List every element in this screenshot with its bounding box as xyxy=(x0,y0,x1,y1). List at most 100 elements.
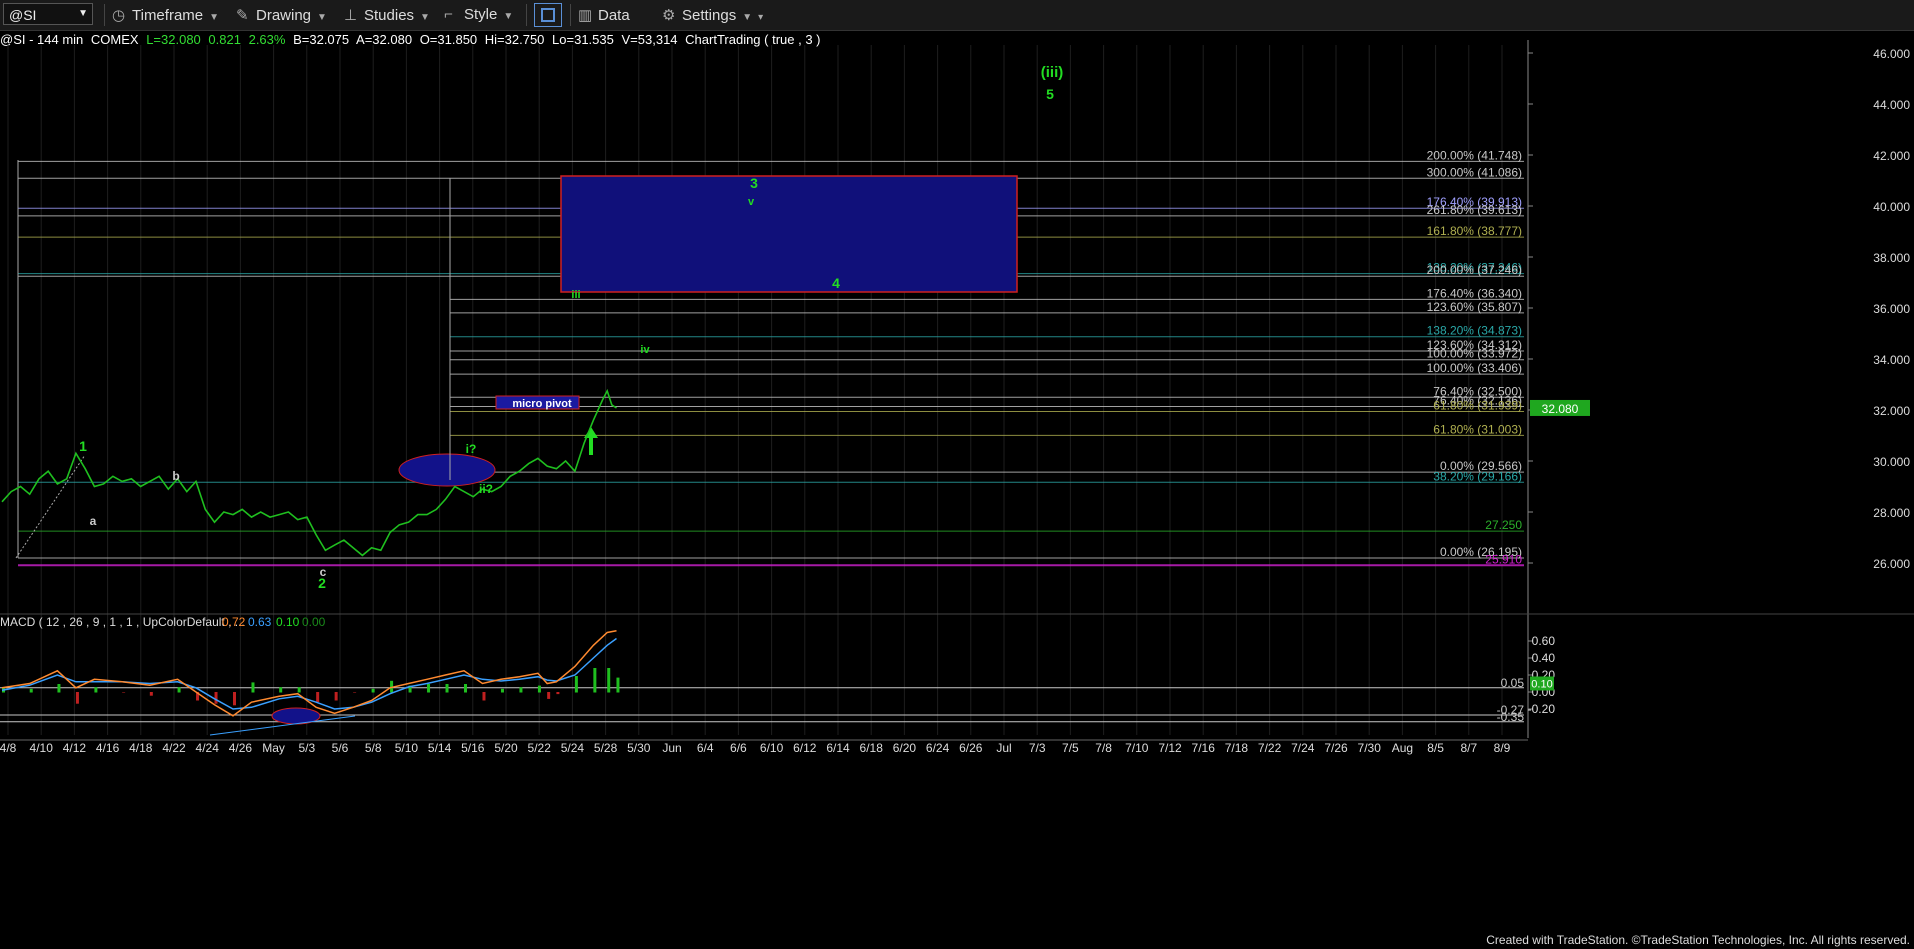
wave-label: a xyxy=(90,514,97,528)
macd-histogram-bar xyxy=(482,692,486,701)
y-tick-label: 46.000 xyxy=(1873,47,1910,61)
x-tick-label: 6/12 xyxy=(793,741,817,755)
x-tick-label: 5/6 xyxy=(332,741,349,755)
macd-histogram-bar xyxy=(371,688,375,693)
wave-label: v xyxy=(748,196,755,208)
macd-histogram-bar xyxy=(464,684,467,693)
x-tick-label: 4/8 xyxy=(0,741,17,755)
time-axis: 4/8 4/10 4/12 4/16 4/18 4/22 4/24 4/26 May 5/3 5/6… xyxy=(0,739,1528,755)
chart-drawings xyxy=(15,160,1018,559)
last-price-label: 32.080 xyxy=(1542,402,1579,416)
macd-histogram-bar xyxy=(556,692,560,695)
fib-level-label: 100.00% (33.406) xyxy=(1427,361,1522,375)
x-tick-label: Aug xyxy=(1392,741,1413,755)
y-tick-label: 32.000 xyxy=(1873,404,1910,418)
wave-label: i? xyxy=(466,442,477,456)
macd-histogram-bar xyxy=(547,692,551,699)
macd-current-label: 0.10 xyxy=(1531,679,1552,691)
fib-level-label: 61.80% (31.003) xyxy=(1433,422,1522,436)
macd-histogram-bar xyxy=(519,687,523,693)
x-tick-label: 5/8 xyxy=(365,741,382,755)
x-tick-label: 6/6 xyxy=(730,741,747,755)
macd-panel: MACD ( 12 , 26 , 9 , 1 , 1 , UpColorDefa… xyxy=(0,613,1914,736)
x-tick-label: 8/7 xyxy=(1460,741,1477,755)
macd-histogram-bar xyxy=(214,692,218,704)
x-tick-label: 8/9 xyxy=(1494,741,1511,755)
x-tick-label: 7/30 xyxy=(1358,741,1382,755)
x-tick-label: 7/18 xyxy=(1225,741,1249,755)
wave-label: micro pivot xyxy=(512,398,572,410)
x-tick-label: 7/22 xyxy=(1258,741,1282,755)
fib-level-label: 200.00% (37.246) xyxy=(1427,263,1522,277)
macd-histogram-bar xyxy=(316,692,320,703)
macd-level-label: -0.35 xyxy=(1497,710,1525,724)
macd-histogram-bar xyxy=(177,687,181,693)
x-tick-label: 5/22 xyxy=(528,741,552,755)
x-tick-label: May xyxy=(262,741,285,755)
x-tick-label: 6/4 xyxy=(697,741,714,755)
macd-histogram-bar xyxy=(149,692,153,696)
x-tick-label: 7/3 xyxy=(1029,741,1046,755)
fib-level-label: 200.00% (41.748) xyxy=(1427,148,1522,162)
macd-level-label: 0.05 xyxy=(1501,676,1525,690)
y-tick-label: 28.000 xyxy=(1873,506,1910,520)
macd-histogram-bar xyxy=(57,684,61,693)
macd-tick-label: -0.20 xyxy=(1528,702,1556,716)
wave-label: 4 xyxy=(832,275,840,291)
macd-legend-value: 0.72 xyxy=(222,615,246,629)
macd-histogram-bar xyxy=(607,668,611,693)
macd-signal-line xyxy=(1,637,617,710)
wave-label: 1 xyxy=(79,438,87,454)
macd-histogram-bar xyxy=(297,687,301,693)
price-chart[interactable]: 200.00% (41.748) 300.00% (41.086) 176.40% … xyxy=(0,0,1914,949)
x-tick-label: 6/18 xyxy=(860,741,884,755)
wave-label: ii? xyxy=(479,482,493,496)
macd-histogram-bar xyxy=(75,692,79,704)
x-tick-label: Jul xyxy=(996,741,1011,755)
wave-label: (iii) xyxy=(1041,64,1064,81)
fib-level-label: 27.250 xyxy=(1485,518,1522,532)
x-tick-label: 6/14 xyxy=(826,741,850,755)
x-tick-label: 6/20 xyxy=(893,741,917,755)
x-tick-label: 5/14 xyxy=(428,741,452,755)
x-tick-label: 4/16 xyxy=(96,741,120,755)
macd-histogram-bar xyxy=(29,688,33,693)
x-tick-label: 4/26 xyxy=(229,741,253,755)
macd-tick-label: 0.40 xyxy=(1532,651,1556,665)
x-tick-label: 6/24 xyxy=(926,741,950,755)
x-tick-label: 4/22 xyxy=(162,741,186,755)
macd-histogram-bar xyxy=(593,668,597,693)
macd-legend-value: 0.00 xyxy=(302,615,326,629)
macd-histogram-bar xyxy=(279,687,283,693)
x-tick-label: 6/10 xyxy=(760,741,784,755)
wave-label: 3 xyxy=(750,175,758,191)
x-tick-label: 5/24 xyxy=(561,741,585,755)
macd-histogram-bar xyxy=(445,684,449,693)
macd-title: MACD ( 12 , 26 , 9 , 1 , 1 , UpColorDefa… xyxy=(0,615,245,629)
y-tick-label: 36.000 xyxy=(1873,302,1910,316)
x-tick-label: 8/5 xyxy=(1427,741,1444,755)
macd-histogram-bar xyxy=(616,677,620,693)
macd-histogram-bar xyxy=(94,687,98,693)
x-tick-label: 7/5 xyxy=(1062,741,1079,755)
y-tick-label: 44.000 xyxy=(1873,98,1910,112)
fib-level-label: 161.80% (38.777) xyxy=(1427,224,1522,238)
macd-histogram-bar xyxy=(251,682,255,693)
x-tick-label: 5/20 xyxy=(494,741,518,755)
y-tick-label: 42.000 xyxy=(1873,149,1910,163)
x-tick-label: 7/12 xyxy=(1158,741,1182,755)
wave-label: iv xyxy=(640,344,650,356)
x-tick-label: 5/16 xyxy=(461,741,485,755)
macd-legend-value: 0.10 xyxy=(276,615,300,629)
fib-level-label: 138.20% (34.873) xyxy=(1427,324,1522,338)
target-box xyxy=(560,175,1018,293)
wave-label: 2 xyxy=(318,575,326,591)
macd-histogram-bar xyxy=(233,692,236,706)
x-tick-label: 6/26 xyxy=(959,741,983,755)
x-tick-label: 4/10 xyxy=(30,741,54,755)
y-tick-label: 38.000 xyxy=(1873,251,1910,265)
x-tick-label: 7/26 xyxy=(1324,741,1348,755)
x-tick-label: 7/8 xyxy=(1095,741,1112,755)
x-tick-label: 4/18 xyxy=(129,741,153,755)
price-axis: 26.000 28.000 30.000 32.000 34.000 36.000 38.0… xyxy=(1527,40,1910,738)
